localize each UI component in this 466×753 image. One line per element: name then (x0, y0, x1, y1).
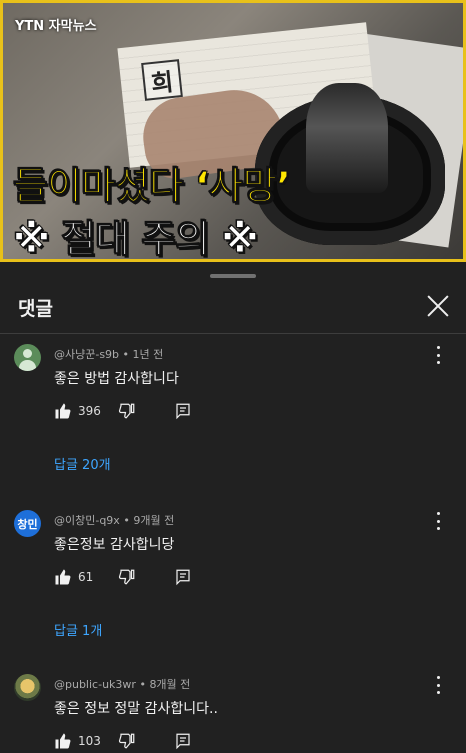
thumbs-up-icon (55, 569, 71, 585)
dislike-button[interactable] (118, 732, 136, 750)
more-options-icon[interactable] (430, 346, 446, 364)
avatar-body (19, 360, 36, 371)
comment-time: 9개월 전 (133, 514, 175, 527)
like-count: 396 (78, 404, 101, 418)
avatar[interactable]: 창민 (14, 510, 41, 537)
reply-comment-icon (176, 733, 190, 750)
meta-dot: • (123, 514, 134, 527)
thumbs-down-icon (118, 403, 135, 419)
comment-author[interactable]: @이창민-q9x (54, 514, 120, 527)
comment-time: 1년 전 (132, 348, 164, 361)
meta-dot: • (122, 348, 133, 361)
reply-comment-icon (176, 569, 190, 586)
comments-title: 댓글 (18, 298, 53, 320)
video-player[interactable]: 희 YTN 자막뉴스 들이마셨다 ‘사망’ ※ 절대 주의 ※ (0, 0, 466, 262)
comment-time: 8개월 전 (149, 678, 191, 691)
close-icon[interactable] (424, 292, 452, 320)
avatar-head (23, 349, 32, 358)
view-replies-link[interactable]: 답글 1개 (54, 620, 102, 639)
thumbs-down-icon (118, 733, 135, 749)
video-cup (306, 83, 388, 193)
like-button[interactable]: 61 (54, 568, 93, 586)
reply-button[interactable] (174, 568, 192, 586)
comment-actions: 61 (54, 568, 414, 588)
thumbs-up-icon (55, 733, 71, 749)
thumbs-up-icon (55, 403, 71, 419)
more-options-icon[interactable] (430, 676, 446, 694)
like-count: 61 (78, 570, 94, 584)
thumbs-down-icon (118, 569, 135, 585)
paper-glyph: 희 (141, 59, 183, 101)
like-button[interactable]: 103 (54, 732, 101, 750)
comment-author[interactable]: @public-uk3wr (54, 678, 136, 691)
comments-sheet: 댓글 @사냥꾼-s9b • 1년 전 좋은 방법 감사합니다 396 답글 20… (0, 262, 466, 753)
comments-header: 댓글 (0, 284, 466, 334)
channel-brand: YTN 자막뉴스 (15, 19, 97, 34)
meta-dot: • (139, 678, 150, 691)
avatar[interactable] (14, 344, 41, 371)
comment-text: 좋은정보 감사합니당 (54, 537, 175, 553)
comment-meta: @사냥꾼-s9b • 1년 전 (54, 346, 163, 362)
comment-meta: @이창민-q9x • 9개월 전 (54, 512, 174, 528)
view-replies-link[interactable]: 답글 20개 (54, 454, 111, 473)
reply-comment-icon (176, 403, 190, 420)
comment-actions: 103 (54, 732, 414, 752)
dislike-button[interactable] (118, 402, 136, 420)
reply-button[interactable] (174, 402, 192, 420)
video-headline: 들이마셨다 ‘사망’ (13, 164, 292, 209)
comment-actions: 396 (54, 402, 414, 422)
avatar[interactable] (14, 674, 41, 701)
video-subline: ※ 절대 주의 ※ (12, 217, 258, 261)
more-options-icon[interactable] (430, 512, 446, 530)
comment-author[interactable]: @사냥꾼-s9b (54, 348, 119, 361)
reply-button[interactable] (174, 732, 192, 750)
sheet-drag-handle[interactable] (210, 274, 256, 278)
comment-text: 좋은 정보 정말 감사합니다.. (54, 701, 218, 717)
dislike-button[interactable] (118, 568, 136, 586)
like-count: 103 (78, 734, 101, 748)
comment-text: 좋은 방법 감사합니다 (54, 371, 179, 387)
like-button[interactable]: 396 (54, 402, 101, 420)
comment-meta: @public-uk3wr • 8개월 전 (54, 676, 190, 692)
